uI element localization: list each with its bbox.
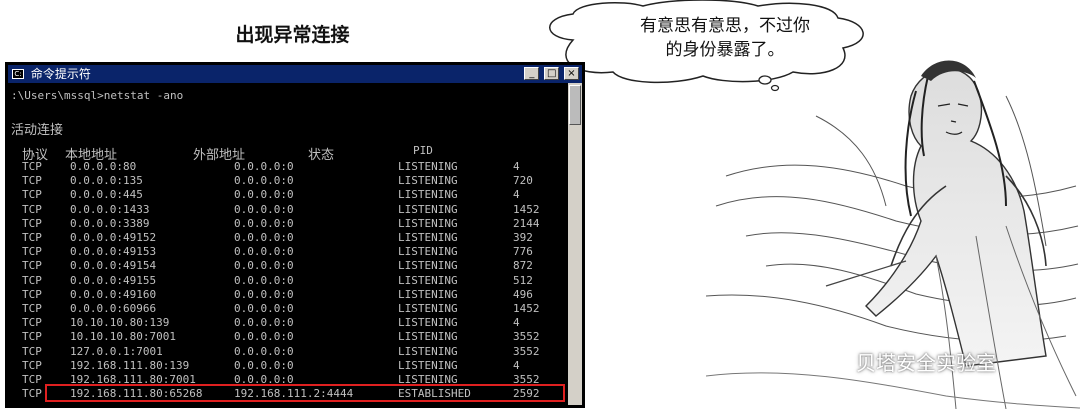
cell-pid: 3552 <box>513 330 540 344</box>
cell-local: 0.0.0.0:135 <box>70 174 143 188</box>
cell-pid: 496 <box>513 287 533 301</box>
cell-local: 0.0.0.0:49152 <box>70 231 157 244</box>
cell-state: LISTENING <box>398 174 458 188</box>
cell-pid: 4 <box>513 316 520 330</box>
cell-foreign: 0.0.0.0:0 <box>234 216 294 230</box>
cell-proto: TCP <box>22 273 42 287</box>
cell-local: 0.0.0.0:49154 <box>70 259 157 273</box>
cell-pid: 1452 <box>513 302 540 315</box>
cell-local: 0.0.0.0:49160 <box>70 287 157 301</box>
header-state: 状态 <box>308 148 335 163</box>
cell-state: LISTENING <box>398 216 458 230</box>
cell-pid: 720 <box>513 174 533 188</box>
cell-proto: TCP <box>22 387 42 401</box>
cell-local: 0.0.0.0:80 <box>70 160 137 173</box>
bubble-line-1: 有意思有意思，不过你 <box>640 16 810 36</box>
cell-proto: TCP <box>22 216 42 230</box>
cell-local: 0.0.0.0:3389 <box>70 216 150 230</box>
cell-state: LISTENING <box>398 316 458 330</box>
cell-pid: 4 <box>513 188 520 202</box>
cell-proto: TCP <box>22 358 42 372</box>
cell-state: LISTENING <box>398 273 458 287</box>
cell-state: LISTENING <box>398 259 458 273</box>
cell-foreign: 0.0.0.0:0 <box>234 188 294 202</box>
cell-foreign: 0.0.0.0:0 <box>234 273 294 287</box>
cell-proto: TCP <box>22 231 42 244</box>
cell-proto: TCP <box>22 245 42 259</box>
cell-foreign: 0.0.0.0:0 <box>234 302 294 315</box>
cmd-app-icon: C: <box>12 69 24 79</box>
cell-state: LISTENING <box>398 245 458 259</box>
cell-foreign: 0.0.0.0:0 <box>234 344 294 358</box>
cell-local: 0.0.0.0:445 <box>70 188 143 202</box>
window-title: 命令提示符 <box>30 67 91 81</box>
cell-pid: 1452 <box>513 202 540 216</box>
cell-pid: 4 <box>513 358 520 372</box>
cell-local: 0.0.0.0:60966 <box>70 302 157 315</box>
cell-proto: TCP <box>22 259 42 273</box>
cell-proto: TCP <box>22 202 42 216</box>
cell-pid: 512 <box>513 273 533 287</box>
cell-proto: TCP <box>22 330 42 344</box>
section-title: 活动连接 <box>11 123 64 138</box>
cell-foreign: 0.0.0.0:0 <box>234 245 294 259</box>
terminal-output[interactable]: :\Users\mssql>netstat -ano 活动连接 协议 本地地址 外部… <box>8 83 582 405</box>
cell-proto: TCP <box>22 316 42 330</box>
cell-foreign: 0.0.0.0:0 <box>234 202 294 216</box>
cell-proto: TCP <box>22 344 42 358</box>
established-highlight-box <box>45 384 565 402</box>
cell-pid: 872 <box>513 259 533 273</box>
cell-local: 10.10.10.80:7001 <box>70 330 176 344</box>
cell-state: LISTENING <box>398 344 458 358</box>
watermark-text: 贝塔安全实验室 <box>856 351 996 375</box>
cmd-window: C: 命令提示符 _ □ × :\Users\mssql>netstat -an… <box>5 62 585 408</box>
cell-local: 0.0.0.0:49155 <box>70 273 157 287</box>
cell-state: LISTENING <box>398 231 458 244</box>
cell-pid: 776 <box>513 245 533 259</box>
cell-local: 0.0.0.0:49153 <box>70 245 157 259</box>
cell-proto: TCP <box>22 160 42 173</box>
cell-local: 127.0.0.1:7001 <box>70 344 163 358</box>
window-controls: _ □ × <box>523 67 579 81</box>
cell-proto: TCP <box>22 188 42 202</box>
cell-pid: 392 <box>513 231 533 244</box>
cell-proto: TCP <box>22 302 42 315</box>
cell-local: 0.0.0.0:1433 <box>70 202 150 216</box>
cell-state: LISTENING <box>398 202 458 216</box>
maximize-button[interactable]: □ <box>544 67 560 80</box>
scrollbar-thumb[interactable] <box>569 85 581 125</box>
cell-foreign: 0.0.0.0:0 <box>234 358 294 372</box>
window-titlebar[interactable]: C: 命令提示符 _ □ × <box>8 65 582 83</box>
close-button[interactable]: × <box>564 67 579 80</box>
cell-pid: 2144 <box>513 216 540 230</box>
cell-foreign: 0.0.0.0:0 <box>234 287 294 301</box>
cell-pid: 4 <box>513 160 520 173</box>
prompt-line: :\Users\mssql>netstat -ano <box>11 89 184 102</box>
cell-proto: TCP <box>22 373 42 386</box>
cell-state: LISTENING <box>398 287 458 301</box>
cell-proto: TCP <box>22 174 42 188</box>
cell-state: LISTENING <box>398 188 458 202</box>
cell-pid: 3552 <box>513 344 540 358</box>
wechat-icon <box>823 347 849 367</box>
cell-state: LISTENING <box>398 302 458 315</box>
cell-foreign: 0.0.0.0:0 <box>234 330 294 344</box>
cell-proto: TCP <box>22 287 42 301</box>
cell-state: LISTENING <box>398 330 458 344</box>
vertical-scrollbar[interactable] <box>568 83 582 405</box>
cell-local: 192.168.111.80:139 <box>70 358 190 372</box>
page-title: 出现异常连接 <box>235 24 350 46</box>
cell-foreign: 0.0.0.0:0 <box>234 231 294 244</box>
cell-local: 10.10.10.80:139 <box>70 316 170 330</box>
header-pid: PID <box>413 144 433 157</box>
cell-state: LISTENING <box>398 358 458 372</box>
minimize-button[interactable]: _ <box>524 67 540 80</box>
cell-foreign: 0.0.0.0:0 <box>234 316 294 330</box>
cell-foreign: 0.0.0.0:0 <box>234 259 294 273</box>
cell-foreign: 0.0.0.0:0 <box>234 174 294 188</box>
cell-foreign: 0.0.0.0:0 <box>234 160 294 173</box>
cell-state: LISTENING <box>398 160 458 173</box>
